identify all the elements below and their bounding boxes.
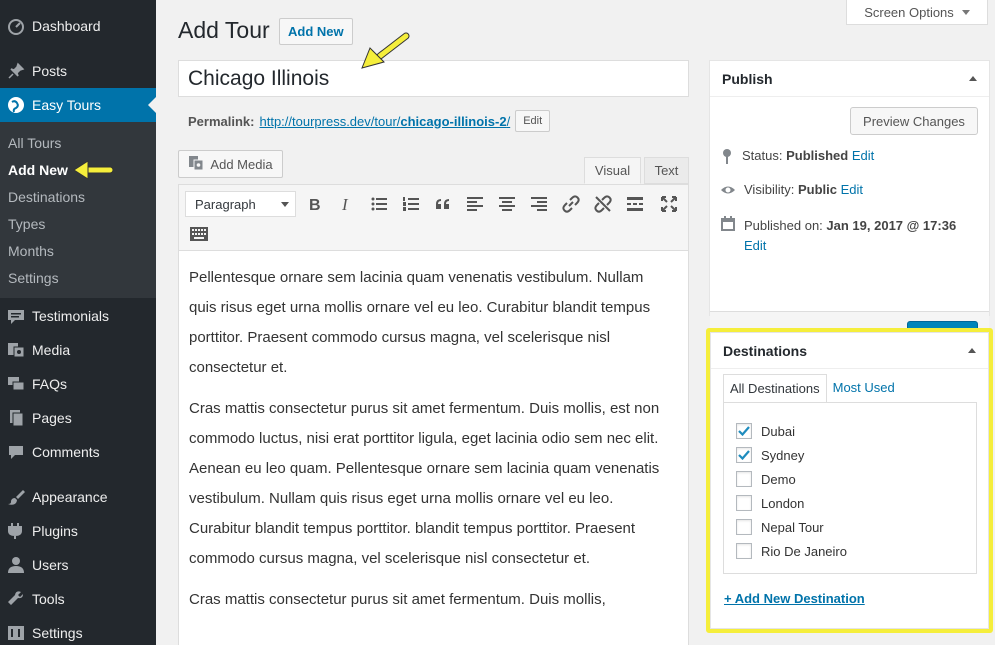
read-more-button[interactable] (623, 192, 647, 216)
menu-comments[interactable]: Comments (0, 435, 156, 469)
link-icon (562, 195, 580, 213)
dashboard-icon (6, 16, 26, 36)
publish-box-header[interactable]: Publish (710, 61, 989, 97)
menu-faqs[interactable]: FAQs (0, 367, 156, 401)
fullscreen-icon (661, 196, 677, 212)
menu-tools[interactable]: Tools (0, 582, 156, 616)
calendar-icon (720, 216, 736, 235)
published-row: Published on: Jan 19, 2017 @ 17:36 Edit (720, 216, 980, 256)
admin-sidebar: Dashboard Posts Easy Tours All Tours Add… (0, 0, 156, 645)
add-new-button[interactable]: Add New (279, 18, 353, 45)
bullet-list-icon (371, 197, 387, 211)
annotation-arrow-title (361, 32, 410, 69)
menu-dashboard[interactable]: Dashboard (0, 9, 156, 43)
quote-icon (436, 199, 449, 209)
user-icon (6, 555, 26, 575)
menu-pages[interactable]: Pages (0, 401, 156, 435)
bold-icon: B (309, 197, 321, 212)
unlink-button[interactable] (591, 192, 615, 216)
align-left-icon (467, 197, 483, 211)
blockquote-button[interactable] (431, 192, 455, 216)
wrench-icon (6, 589, 26, 609)
align-left-button[interactable] (463, 192, 487, 216)
pin-icon (720, 148, 734, 167)
content-paragraph: Cras mattis consectetur purus sit amet f… (189, 400, 660, 567)
comments-icon (6, 442, 26, 462)
eye-icon (720, 182, 736, 201)
comment-icon (6, 306, 26, 326)
page-title: Add Tour (178, 17, 270, 43)
annotation-arrow-sidebar (73, 160, 114, 180)
submenu-all-tours[interactable]: All Tours (8, 135, 61, 151)
tab-visual[interactable]: Visual (584, 157, 641, 184)
content-paragraph: Cras mattis consectetur purus sit amet f… (189, 591, 606, 608)
menu-posts[interactable]: Posts (0, 54, 156, 88)
pages-icon (6, 408, 26, 428)
media-icon (6, 340, 26, 360)
menu-users[interactable]: Users (0, 548, 156, 582)
submenu-add-new[interactable]: Add New (8, 162, 68, 178)
italic-icon: I (341, 196, 349, 212)
permalink-label: Permalink: (188, 113, 255, 129)
menu-easy-tours[interactable]: Easy Tours (0, 88, 156, 122)
menu-appearance[interactable]: Appearance (0, 480, 156, 514)
align-right-button[interactable] (527, 192, 551, 216)
caret-down-icon (961, 9, 970, 15)
italic-button[interactable]: I (335, 192, 359, 216)
plug-icon (6, 521, 26, 541)
align-center-icon (499, 197, 515, 211)
insert-link-button[interactable] (559, 192, 583, 216)
content-editor[interactable]: Paragraph B I Pellentesque ornare sem la… (178, 184, 689, 645)
unlink-icon (594, 195, 612, 213)
permalink-edit-button[interactable]: Edit (515, 110, 551, 132)
menu-plugins[interactable]: Plugins (0, 514, 156, 548)
caret-up-icon[interactable] (969, 76, 977, 81)
editor-toolbar: Paragraph B I (179, 185, 688, 251)
content-paragraph: Pellentesque ornare sem lacinia quam ven… (189, 269, 651, 376)
numbered-list-button[interactable] (399, 192, 423, 216)
format-select[interactable]: Paragraph (185, 191, 296, 217)
bold-button[interactable]: B (303, 192, 327, 216)
editor-content[interactable]: Pellentesque ornare sem lacinia quam ven… (189, 263, 674, 626)
toolbar-toggle-button[interactable] (187, 222, 211, 246)
submenu-months[interactable]: Months (8, 243, 54, 259)
chevron-down-icon (281, 202, 289, 207)
numbered-list-icon (403, 197, 419, 211)
brush-icon (6, 487, 26, 507)
submenu-settings[interactable]: Settings (8, 270, 59, 286)
bullet-list-button[interactable] (367, 192, 391, 216)
svg-text:B: B (309, 197, 321, 212)
title-input[interactable]: Chicago Illinois (178, 60, 689, 97)
visibility-edit-link[interactable]: Edit (841, 182, 863, 197)
publish-box: Publish Preview Changes Status: Publishe… (709, 60, 990, 359)
globe-icon (6, 95, 26, 115)
status-edit-link[interactable]: Edit (852, 148, 874, 163)
fullscreen-button[interactable] (657, 192, 681, 216)
annotation-highlight-box (706, 328, 993, 633)
menu-testimonials[interactable]: Testimonials (0, 299, 156, 333)
permalink-link[interactable]: http://tourpress.dev/tour/chicago-illino… (259, 114, 510, 129)
read-more-icon (627, 197, 643, 211)
visibility-row: Visibility: Public Edit (720, 182, 863, 201)
submenu-types[interactable]: Types (8, 216, 45, 232)
align-center-button[interactable] (495, 192, 519, 216)
submenu-destinations[interactable]: Destinations (8, 189, 85, 205)
publish-date-edit-link[interactable]: Edit (744, 238, 766, 253)
easy-tours-submenu: All Tours Add New Destinations Types Mon… (0, 122, 156, 298)
faq-icon (6, 374, 26, 394)
settings-icon (6, 623, 26, 643)
menu-media[interactable]: Media (0, 333, 156, 367)
keyboard-icon (190, 227, 208, 241)
tab-text[interactable]: Text (644, 157, 689, 184)
status-row: Status: Published Edit (720, 148, 874, 167)
screen-options-button[interactable]: Screen Options (846, 0, 988, 25)
menu-settings[interactable]: Settings (0, 616, 156, 645)
svg-text:I: I (341, 196, 349, 212)
permalink-row: Permalink: http://tourpress.dev/tour/chi… (188, 110, 551, 132)
add-media-button[interactable]: Add Media (178, 150, 283, 178)
media-icon (188, 155, 204, 174)
preview-changes-button[interactable]: Preview Changes (850, 107, 978, 135)
align-right-icon (531, 197, 547, 211)
pin-icon (6, 61, 26, 81)
